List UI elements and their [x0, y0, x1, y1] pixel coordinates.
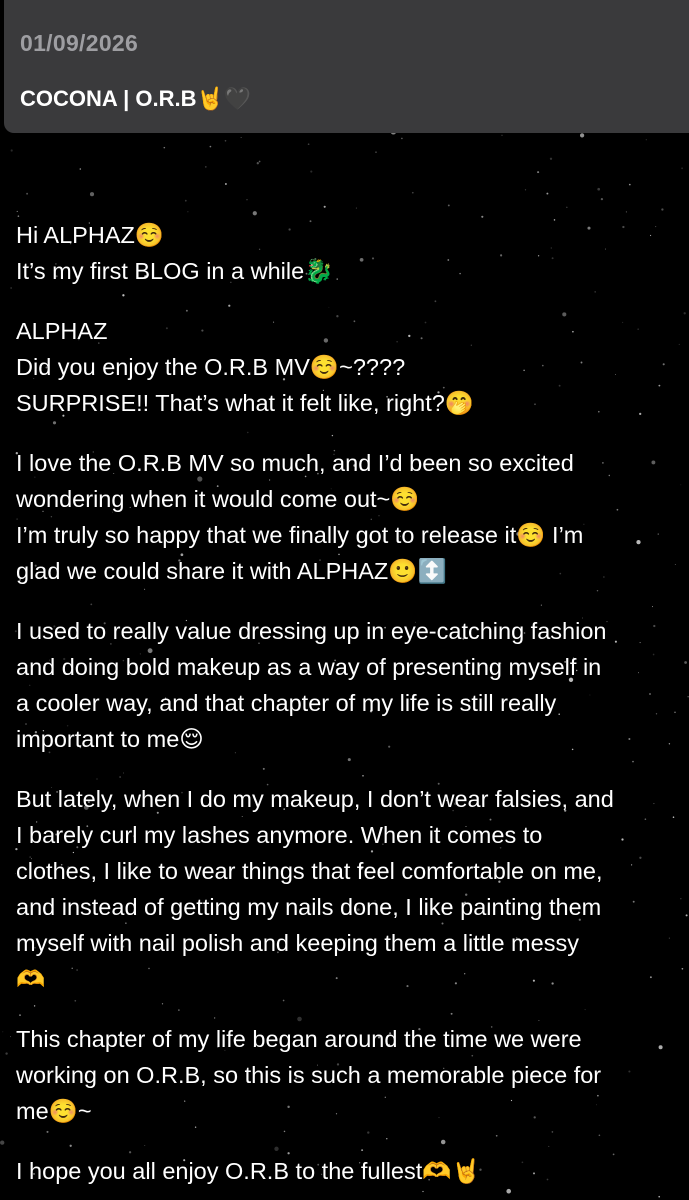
- star: [224, 139, 227, 142]
- text-line: me☺️~: [16, 1098, 92, 1124]
- text-line: I barely curl my lashes anymore. When it…: [16, 822, 543, 848]
- text-line: This chapter of my life began around the…: [16, 1026, 582, 1052]
- star: [307, 143, 310, 146]
- closing-paragraph: I hope you all enjoy O.R.B to the fulles…: [16, 1153, 686, 1189]
- text-line: myself with nail polish and keeping them…: [16, 930, 579, 956]
- blog-post-body: Hi ALPHAZ☺️ It’s my first BLOG in a while…: [16, 217, 686, 1200]
- star: [240, 136, 242, 138]
- star: [355, 207, 357, 209]
- star: [628, 183, 631, 186]
- star: [501, 134, 503, 136]
- star: [681, 167, 684, 170]
- star: [661, 208, 664, 211]
- star: [258, 160, 261, 163]
- star: [5, 1052, 8, 1055]
- star: [411, 191, 414, 194]
- chapter-paragraph: This chapter of my life began around the…: [16, 1021, 686, 1129]
- text-line: wondering when it would come out~☺️: [16, 486, 420, 512]
- text-line: I’m truly so happy that we finally got t…: [16, 522, 584, 548]
- mv-love-paragraph: I love the O.R.B MV so much, and I’d bee…: [16, 445, 686, 589]
- text-line: working on O.R.B, so this is such a memo…: [16, 1062, 602, 1088]
- star: [447, 204, 450, 207]
- text-line: and doing bold makeup as a way of presen…: [16, 654, 602, 680]
- star: [187, 211, 189, 213]
- text-line: SURPRISE!! That’s what it felt like, rig…: [16, 390, 475, 416]
- text-line: Hi ALPHAZ☺️: [16, 222, 165, 248]
- text-line: It’s my first BLOG in a while🐉: [16, 258, 334, 284]
- star: [246, 199, 248, 201]
- star: [252, 211, 257, 216]
- post-title: COCONA | O.R.B🤘🖤: [20, 86, 252, 111]
- star: [10, 149, 13, 152]
- text-line: important to me😌: [16, 726, 204, 752]
- star: [323, 205, 326, 208]
- makeup-paragraph: But lately, when I do my makeup, I don’t…: [16, 781, 686, 997]
- star: [184, 199, 187, 202]
- post-date: 01/09/2026: [20, 30, 139, 56]
- text-line: clothes, I like to wear things that feel…: [16, 858, 603, 884]
- star: [209, 145, 212, 148]
- star: [26, 192, 29, 195]
- star: [600, 197, 604, 201]
- star: [579, 133, 585, 138]
- star: [256, 162, 259, 165]
- text-line: Did you enjoy the O.R.B MV☺️~????: [16, 354, 406, 380]
- star: [524, 189, 527, 191]
- text-line: I used to really value dressing up in ey…: [16, 618, 607, 644]
- text-line: But lately, when I do my makeup, I don’t…: [16, 786, 614, 812]
- star: [645, 139, 647, 141]
- star: [310, 170, 313, 173]
- star: [224, 183, 227, 185]
- star: [79, 168, 82, 170]
- star: [546, 192, 549, 195]
- star: [549, 157, 553, 160]
- star: [625, 211, 627, 213]
- star: [687, 696, 689, 698]
- text-line: I love the O.R.B MV so much, and I’d bee…: [16, 450, 574, 476]
- star: [0, 1140, 5, 1145]
- star: [10, 287, 12, 289]
- fashion-paragraph: I used to really value dressing up in ey…: [16, 613, 686, 757]
- text-line: 🫶: [16, 966, 46, 992]
- star: [375, 151, 377, 153]
- star: [10, 1036, 12, 1038]
- star: [401, 137, 403, 140]
- star: [89, 192, 95, 197]
- greeting-paragraph: Hi ALPHAZ☺️ It’s my first BLOG in a while…: [16, 217, 686, 289]
- star: [597, 187, 601, 191]
- mv-question-paragraph: ALPHAZ Did you enjoy the O.R.B MV☺️~???? S…: [16, 313, 686, 421]
- star: [2, 1031, 4, 1033]
- star: [16, 210, 18, 212]
- text-line: and instead of getting my nails done, I …: [16, 894, 602, 920]
- text-line: glad we could share it with ALPHAZ🙂↕️: [16, 558, 447, 584]
- star: [537, 171, 540, 174]
- text-line: ALPHAZ: [16, 318, 108, 344]
- star: [204, 166, 207, 168]
- post-header-card: 01/09/2026 COCONA | O.R.B🤘🖤: [4, 0, 689, 133]
- text-line: a cooler way, and that chapter of my lif…: [16, 690, 557, 716]
- text-line: I hope you all enjoy O.R.B to the fulles…: [16, 1158, 481, 1184]
- star: [566, 206, 568, 208]
- star: [163, 146, 166, 149]
